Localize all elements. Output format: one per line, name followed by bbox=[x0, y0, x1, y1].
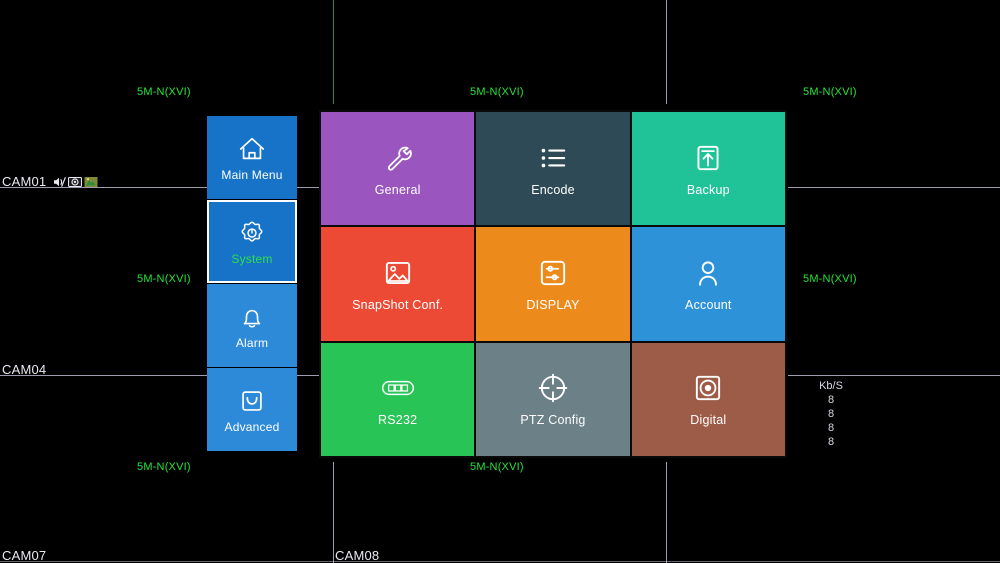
sidebar-item-label: Main Menu bbox=[221, 167, 283, 182]
menu-tile-label: Account bbox=[685, 297, 732, 312]
sidebar-item-alarm[interactable]: Alarm bbox=[207, 284, 297, 367]
user-icon bbox=[699, 261, 718, 286]
record-camera-icon bbox=[68, 176, 83, 187]
menu-tile-rs232[interactable]: RS232 bbox=[321, 342, 475, 456]
speaker-mute-icon bbox=[54, 176, 67, 187]
sidebar-item-advanced[interactable]: Advanced bbox=[207, 368, 297, 451]
main-menu-sidebar: Main Menu System Alarm Advanced bbox=[207, 116, 297, 452]
menu-tile-ptz-config[interactable]: PTZ Config bbox=[476, 342, 630, 456]
sidebar-item-main-menu[interactable]: Main Menu bbox=[207, 116, 297, 199]
sidebar-item-label: System bbox=[231, 251, 273, 266]
menu-tile-account[interactable]: Account bbox=[631, 227, 785, 341]
resolution-label: 5M-N(XVI) bbox=[470, 461, 524, 473]
camera-label-cam04: CAM04 bbox=[2, 362, 46, 377]
sidebar-item-label: Alarm bbox=[235, 335, 269, 350]
camera-label-text: CAM07 bbox=[2, 548, 47, 563]
menu-tile-label: PTZ Config bbox=[520, 413, 586, 428]
menu-tile-label: DISPLAY bbox=[526, 297, 580, 312]
grid-divider-vertical-right-bottom bbox=[666, 462, 667, 563]
camera-label-cam08: CAM08 bbox=[335, 548, 379, 563]
menu-tile-backup[interactable]: Backup bbox=[631, 112, 785, 226]
camera-label-text: CAM08 bbox=[335, 548, 380, 563]
menu-tile-label: Backup bbox=[686, 182, 730, 197]
camera-label-text: CAM04 bbox=[2, 362, 47, 377]
menu-tile-label: Encode bbox=[531, 182, 575, 197]
alert-flag-icon bbox=[84, 176, 98, 187]
image-icon bbox=[385, 261, 410, 285]
resolution-label: 5M-N(XVI) bbox=[803, 86, 857, 98]
sidebar-item-system[interactable]: System bbox=[207, 200, 297, 283]
sidebar-item-label: Advanced bbox=[224, 419, 280, 434]
camera-label-text: CAM01 bbox=[2, 174, 47, 189]
menu-tile-encode[interactable]: Encode bbox=[476, 112, 630, 226]
speaker-box-icon bbox=[696, 376, 721, 401]
menu-tile-general[interactable]: General bbox=[321, 112, 475, 226]
menu-tile-label: RS232 bbox=[378, 413, 418, 428]
bitrate-value: 8 bbox=[827, 394, 835, 406]
grid-divider-vertical-right-top bbox=[666, 0, 667, 104]
resolution-label: 5M-N(XVI) bbox=[137, 273, 191, 285]
resolution-label: 5M-N(XVI) bbox=[137, 86, 191, 98]
crosshair-icon bbox=[538, 374, 568, 403]
resolution-label: 5M-N(XVI) bbox=[803, 273, 857, 285]
grid-divider-vertical-left-bottom bbox=[333, 462, 334, 563]
gear-icon bbox=[241, 220, 263, 242]
dvr-screen: 5M-N(XVI) 5M-N(XVI) 5M-N(XVI) 5M-N(XVI) … bbox=[0, 0, 1000, 563]
menu-tile-display[interactable]: DISPLAY bbox=[476, 227, 630, 341]
system-menu-panel: General Encode Backup SnapShot Conf. DIS… bbox=[319, 110, 787, 458]
menu-tile-snapshot-conf[interactable]: SnapShot Conf. bbox=[321, 227, 475, 341]
resolution-label: 5M-N(XVI) bbox=[470, 86, 524, 98]
grid-divider-vertical-left-top bbox=[333, 0, 334, 104]
sliders-icon bbox=[540, 260, 566, 286]
camera-label-cam07: CAM07 bbox=[2, 548, 46, 563]
bitrate-unit-label: Kb/S bbox=[819, 380, 843, 392]
toolbox-icon bbox=[242, 390, 262, 411]
bitrate-readout: Kb/S 8 8 8 8 bbox=[800, 379, 862, 449]
bitrate-value: 8 bbox=[827, 436, 835, 448]
list-icon bbox=[541, 148, 566, 167]
camera-label-cam01: CAM01 bbox=[2, 174, 98, 189]
grid-divider-horizontal-mid-right bbox=[788, 375, 1000, 376]
menu-tile-label: SnapShot Conf. bbox=[352, 297, 444, 312]
resolution-label: 5M-N(XVI) bbox=[137, 461, 191, 473]
camera-status-icons bbox=[53, 176, 98, 188]
upload-box-icon bbox=[697, 145, 719, 170]
menu-tile-label: Digital bbox=[690, 413, 727, 428]
bell-icon bbox=[243, 309, 261, 327]
grid-divider-horizontal-bottom bbox=[0, 561, 1000, 562]
home-icon bbox=[239, 137, 265, 159]
connector-icon bbox=[381, 381, 414, 396]
menu-tile-digital[interactable]: Digital bbox=[631, 342, 785, 456]
wrench-icon bbox=[387, 146, 412, 171]
menu-tile-label: General bbox=[374, 182, 421, 197]
grid-divider-horizontal-top-right bbox=[788, 187, 1000, 188]
bitrate-value: 8 bbox=[827, 422, 835, 434]
bitrate-value: 8 bbox=[827, 408, 835, 420]
